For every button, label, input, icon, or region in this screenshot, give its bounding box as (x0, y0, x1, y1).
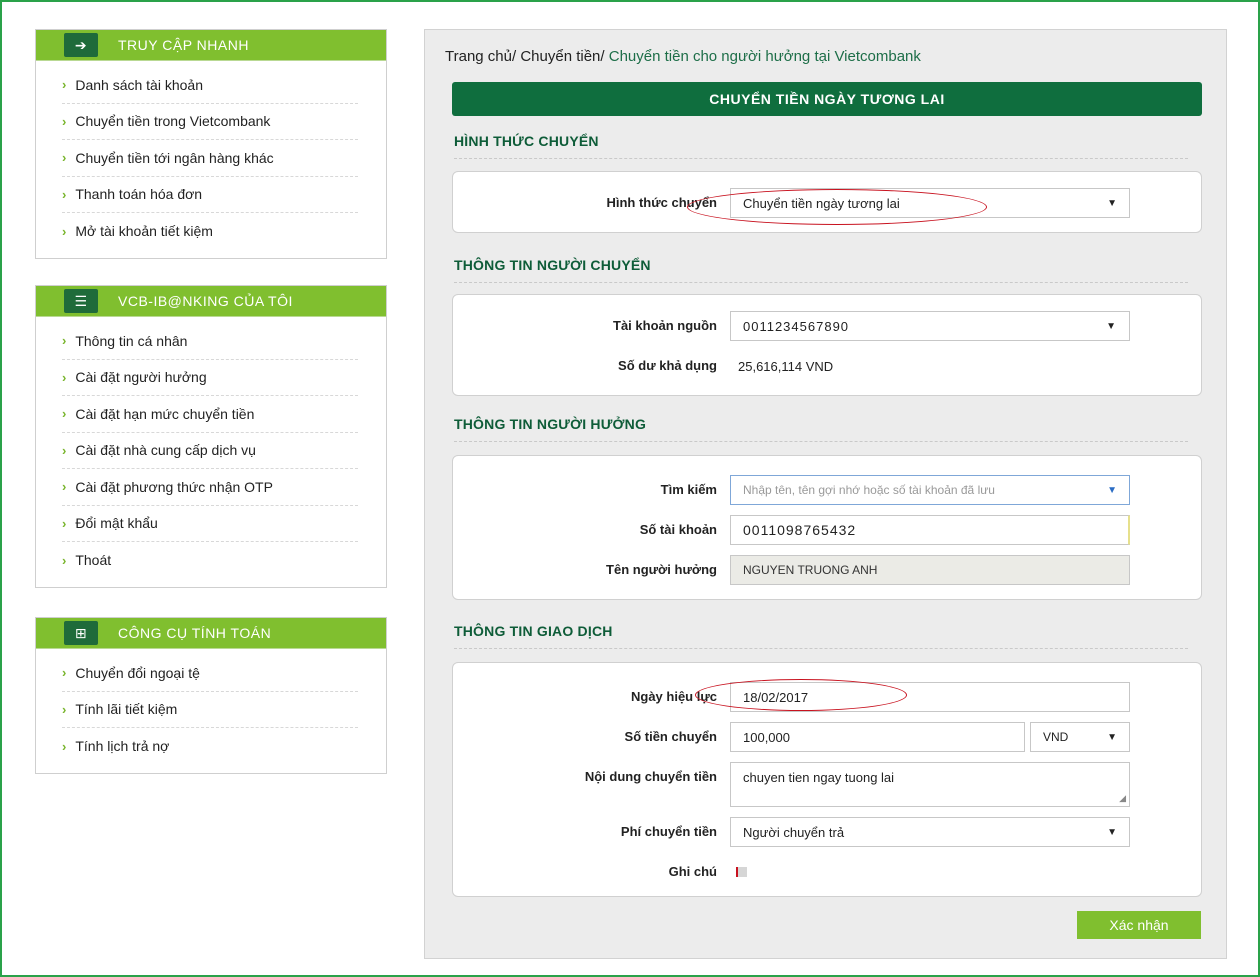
tools-panel: ⊞ CÔNG CỤ TÍNH TOÁN › Chuyển đổi ngoại tệ… (35, 617, 387, 774)
dropdown-arrow-icon: ▼ (1107, 732, 1117, 743)
calculator-icon: ⊞ (64, 621, 98, 645)
chevron-right-icon: › (62, 369, 67, 385)
breadcrumb: Trang chủ/ Chuyển tiền/ Chuyển tiền cho … (445, 48, 921, 65)
tools-title: CÔNG CỤ TÍNH TOÁN (118, 625, 272, 641)
chevron-right-icon: › (62, 186, 67, 202)
dropdown-arrow-icon: ▼ (1106, 321, 1117, 332)
resize-handle-icon[interactable]: ◢ (1119, 793, 1126, 804)
amount-label: Số tiền chuyển (624, 729, 717, 744)
chevron-right-icon: › (62, 406, 67, 422)
beneficiary-section-title: THÔNG TIN NGƯỜI HƯỞNG (454, 416, 1188, 442)
sidebar-item-personal-info[interactable]: › Thông tin cá nhân (62, 323, 358, 360)
sidebar-item-open-savings[interactable]: › Mở tài khoản tiết kiệm (62, 213, 358, 250)
login-arrow-icon: ➔ (64, 33, 98, 57)
quick-access-title: TRUY CẬP NHANH (118, 37, 249, 53)
breadcrumb-home[interactable]: Trang chủ/ (445, 48, 516, 65)
sidebar-item-bill-payment[interactable]: › Thanh toán hóa đơn (62, 177, 358, 213)
breadcrumb-transfer[interactable]: Chuyển tiền/ (520, 48, 604, 65)
beneficiary-search-input[interactable]: Nhập tên, tên gợi nhớ hoặc số tài khoản … (730, 475, 1130, 505)
confirm-button[interactable]: Xác nhận (1077, 911, 1201, 939)
page-title: CHUYỂN TIỀN NGÀY TƯƠNG LAI (452, 82, 1202, 116)
sidebar-item-limit-settings[interactable]: › Cài đặt hạn mức chuyển tiền (62, 396, 358, 433)
quick-access-header: ➔ TRUY CẬP NHANH (36, 30, 386, 61)
fee-select[interactable]: Người chuyển trả ▼ (730, 817, 1130, 847)
chevron-right-icon: › (62, 77, 67, 93)
user-card-icon: ☰ (64, 289, 98, 313)
sidebar-item-change-password[interactable]: › Đổi mật khẩu (62, 506, 358, 542)
chevron-right-icon: › (62, 333, 67, 349)
fee-label: Phí chuyển tiền (620, 824, 717, 839)
dropdown-arrow-icon: ▼ (1107, 827, 1117, 838)
sidebar-item-logout[interactable]: › Thoát (62, 542, 358, 579)
my-ibanking-list: › Thông tin cá nhân › Cài đặt người hưởng … (36, 317, 386, 587)
effective-date-input[interactable]: 18/02/2017 (730, 682, 1130, 712)
chevron-right-icon: › (62, 738, 67, 754)
my-ibanking-title: VCB-IB@NKING CỦA TÔI (118, 293, 293, 309)
main-content: Trang chủ/ Chuyển tiền/ Chuyển tiền cho … (424, 29, 1227, 959)
transaction-section-title: THÔNG TIN GIAO DỊCH (454, 623, 1188, 649)
balance-label: Số dư khả dụng (618, 358, 717, 373)
content-label: Nội dung chuyển tiền (584, 769, 717, 784)
sidebar-item-savings-interest[interactable]: › Tính lãi tiết kiệm (62, 692, 358, 728)
content-textarea[interactable]: chuyen tien ngay tuong lai ◢ (730, 762, 1130, 807)
chevron-right-icon: › (62, 223, 67, 239)
chevron-right-icon: › (62, 113, 67, 129)
account-number-input[interactable]: 0011098765432 (730, 515, 1130, 545)
sidebar-item-account-list[interactable]: › Danh sách tài khoản (62, 67, 358, 104)
my-ibanking-header: ☰ VCB-IB@NKING CỦA TÔI (36, 286, 386, 317)
chevron-right-icon: › (62, 701, 67, 717)
amount-input[interactable]: 100,000 (730, 722, 1025, 752)
note-indicator-icon (736, 867, 747, 877)
account-number-label: Số tài khoản (639, 522, 717, 537)
method-box: Hình thức chuyển Chuyển tiền ngày tương … (452, 171, 1202, 233)
quick-access-list: › Danh sách tài khoản › Chuyển tiền trong … (36, 61, 386, 258)
sidebar-item-internal-transfer[interactable]: › Chuyển tiền trong Vietcombank (62, 104, 358, 140)
method-select[interactable]: Chuyển tiền ngày tương lai ▼ (730, 188, 1130, 218)
beneficiary-name-label: Tên người hưởng (606, 562, 717, 577)
search-label: Tìm kiếm (660, 482, 717, 497)
note-label: Ghi chú (668, 864, 717, 879)
dropdown-arrow-icon: ▼ (1107, 198, 1117, 209)
tools-list: › Chuyển đổi ngoại tệ › Tính lãi tiết kiệm… (36, 649, 386, 773)
sidebar-item-repayment-schedule[interactable]: › Tính lịch trả nợ (62, 728, 358, 765)
transaction-box: Ngày hiệu lực 18/02/2017 Số tiền chuyển … (452, 662, 1202, 897)
my-ibanking-panel: ☰ VCB-IB@NKING CỦA TÔI › Thông tin cá nhâ… (35, 285, 387, 588)
quick-access-panel: ➔ TRUY CẬP NHANH › Danh sách tài khoản › C… (35, 29, 387, 259)
chevron-right-icon: › (62, 442, 67, 458)
currency-select[interactable]: VND ▼ (1030, 722, 1130, 752)
chevron-right-icon: › (62, 150, 67, 166)
chevron-right-icon: › (62, 552, 67, 568)
balance-value: 25,616,114 VND (738, 359, 834, 374)
beneficiary-box: Tìm kiếm Nhập tên, tên gợi nhớ hoặc số t… (452, 455, 1202, 600)
sender-section-title: THÔNG TIN NGƯỜI CHUYỂN (454, 257, 1188, 283)
source-account-select[interactable]: 0011234567890 ▼ (730, 311, 1130, 341)
sender-box: Tài khoản nguồn 0011234567890 ▼ Số dư kh… (452, 294, 1202, 396)
sidebar-item-currency-converter[interactable]: › Chuyển đổi ngoại tệ (62, 655, 358, 692)
method-label: Hình thức chuyển (606, 195, 717, 210)
sidebar-item-external-transfer[interactable]: › Chuyển tiền tới ngân hàng khác (62, 140, 358, 177)
method-section-title: HÌNH THỨC CHUYỂN (454, 133, 1188, 159)
sidebar-item-beneficiary-settings[interactable]: › Cài đặt người hưởng (62, 360, 358, 396)
source-account-label: Tài khoản nguồn (613, 318, 717, 333)
chevron-right-icon: › (62, 665, 67, 681)
effective-date-label: Ngày hiệu lực (631, 689, 717, 704)
sidebar-item-provider-settings[interactable]: › Cài đặt nhà cung cấp dịch vụ (62, 433, 358, 469)
chevron-right-icon: › (62, 479, 67, 495)
breadcrumb-current: Chuyển tiền cho người hưởng tại Vietcomb… (608, 48, 921, 65)
chevron-right-icon: › (62, 515, 67, 531)
tools-header: ⊞ CÔNG CỤ TÍNH TOÁN (36, 618, 386, 649)
dropdown-arrow-icon: ▼ (1107, 485, 1117, 496)
beneficiary-name-field: NGUYEN TRUONG ANH (730, 555, 1130, 585)
sidebar-item-otp-settings[interactable]: › Cài đặt phương thức nhận OTP (62, 469, 358, 506)
